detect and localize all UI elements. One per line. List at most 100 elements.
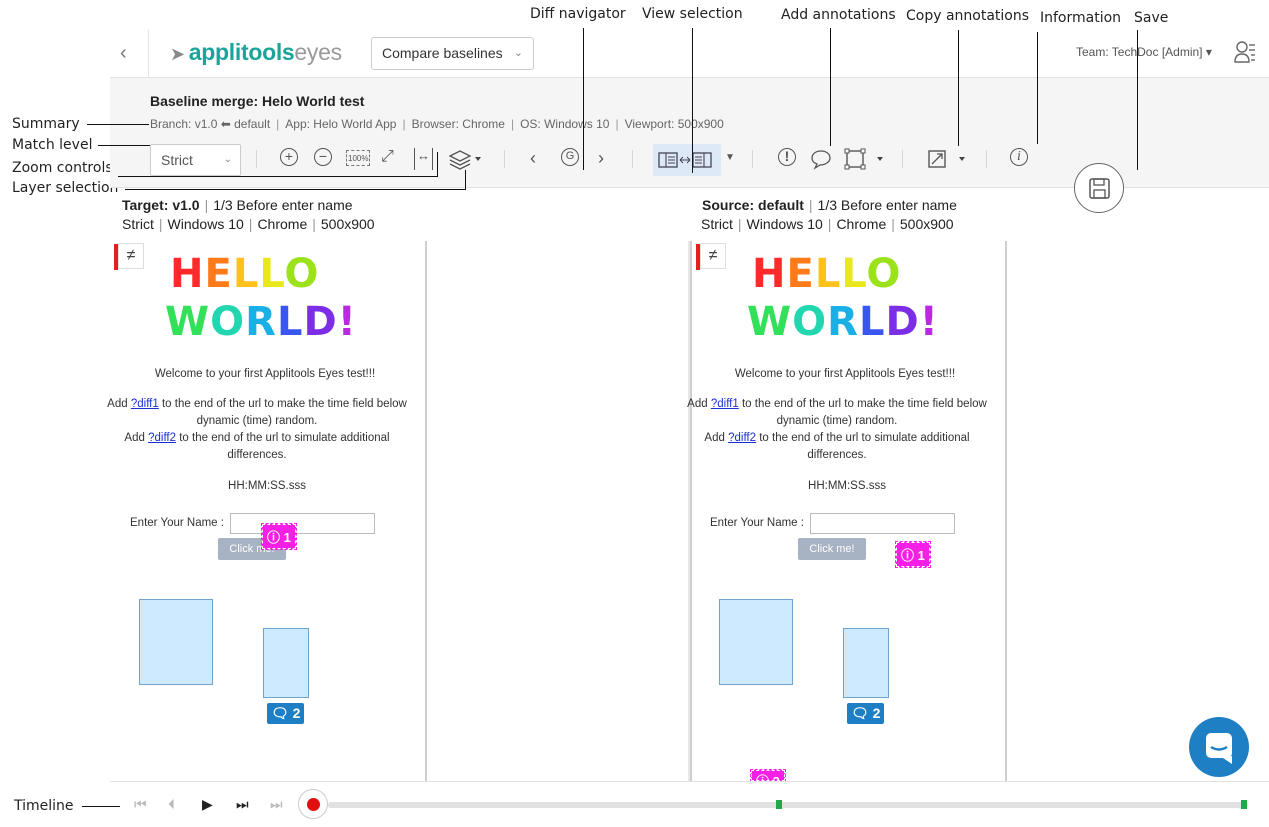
team-selector[interactable]: Team: TechDoc [Admin] ▾ xyxy=(1076,45,1212,59)
divider xyxy=(986,150,987,168)
comment-annotation[interactable]: 🗨 2 xyxy=(267,703,305,724)
callout-save: Save xyxy=(1134,10,1169,26)
annotation-region[interactable] xyxy=(139,599,213,685)
play-icon[interactable]: ▶ xyxy=(202,796,213,813)
add-issue-icon[interactable]: ! xyxy=(778,148,796,166)
side-by-side-icon xyxy=(658,152,712,168)
source-pane-label: Source: default | 1/3 Before enter name xyxy=(702,197,957,213)
callout-layer-selection: Layer selection xyxy=(12,180,119,196)
save-icon xyxy=(1089,178,1110,199)
applitools-logo: ➤ applitoolseyes xyxy=(170,39,342,65)
timeline-step-marker[interactable] xyxy=(776,800,782,809)
callout-line xyxy=(437,152,438,176)
next-diff-icon[interactable]: › xyxy=(598,148,604,170)
last-step-icon[interactable]: ⏭ xyxy=(270,796,283,813)
page-title: Baseline merge: Helo World test xyxy=(150,93,365,109)
name-label: Enter Your Name : xyxy=(130,517,224,529)
add-region-icon[interactable] xyxy=(844,148,888,170)
view-dropdown-icon[interactable]: ▼ xyxy=(725,152,735,174)
source-screenshot[interactable]: ≠ HELLO WORLD! Welcome to your first App… xyxy=(687,241,1007,782)
timeline: ⏮ ⏴ ▶ ⏭ ⏭ xyxy=(110,781,1269,827)
divider xyxy=(632,150,633,168)
issue-annotation[interactable]: ⓘ 3 xyxy=(750,769,786,782)
callout-line xyxy=(82,806,120,807)
timeline-current-step[interactable] xyxy=(298,789,328,819)
name-label: Enter Your Name : xyxy=(710,517,804,529)
divider xyxy=(752,150,753,168)
target-pane-info: Strict | Windows 10 | Chrome | 500x900 xyxy=(122,216,375,232)
instructions-text: Add ?diff1 to the end of the url to make… xyxy=(107,398,407,461)
not-equal-icon[interactable]: ≠ xyxy=(696,243,726,270)
compare-baselines-label: Compare baselines xyxy=(382,45,503,61)
callout-line xyxy=(87,124,149,125)
chevron-down-icon: ⌄ xyxy=(513,47,523,59)
hello-heading: HELLO xyxy=(170,251,320,297)
user-menu-icon[interactable] xyxy=(1234,40,1256,64)
prev-step-icon[interactable]: ⏴ xyxy=(168,796,175,813)
callout-line xyxy=(958,30,959,146)
comment-annotation[interactable]: 🗨 2 xyxy=(847,703,885,724)
chat-help-button[interactable] xyxy=(1189,717,1249,777)
callout-line xyxy=(465,170,466,190)
chevron-down-icon: ⌄ xyxy=(223,154,232,165)
logo-mark-icon: ➤ xyxy=(170,44,185,64)
add-comment-icon[interactable] xyxy=(810,148,832,170)
callout-line xyxy=(98,145,150,146)
zoom-100-icon[interactable]: 100% xyxy=(346,150,371,166)
callout-timeline: Timeline xyxy=(14,798,74,814)
name-input[interactable] xyxy=(230,513,375,534)
annotation-region[interactable] xyxy=(263,628,309,698)
callout-information: Information xyxy=(1040,10,1122,26)
divider xyxy=(256,150,257,168)
time-text: HH:MM:SS.sss xyxy=(228,480,306,492)
world-heading: WORLD! xyxy=(747,299,939,345)
zoom-out-icon[interactable]: − xyxy=(314,148,332,166)
callout-line xyxy=(830,28,831,146)
first-step-icon[interactable]: ⏮ xyxy=(134,796,147,813)
view-selection-button[interactable] xyxy=(653,144,721,176)
app-window: ‹ ➤ applitoolseyes Compare baselines ⌄ Te… xyxy=(107,30,1269,827)
diff-target-icon[interactable]: G xyxy=(561,148,579,166)
issue-annotation[interactable]: ⓘ 1 xyxy=(261,523,297,550)
divider xyxy=(902,150,903,168)
summary-meta: Branch: v1.0 ⬅ default | App: Helo World A… xyxy=(150,117,724,131)
fit-width-icon[interactable]: ↔ xyxy=(414,148,433,170)
zoom-in-icon[interactable]: + xyxy=(280,148,298,166)
timeline-step-marker[interactable] xyxy=(1241,800,1247,809)
callout-copy-annotations: Copy annotations xyxy=(906,8,1030,24)
callout-zoom-controls: Zoom controls xyxy=(12,160,113,176)
callout-line xyxy=(118,176,438,177)
arrow-left-icon: ⬅ xyxy=(220,117,231,131)
callout-line xyxy=(1137,30,1138,170)
welcome-text: Welcome to your first Applitools Eyes te… xyxy=(734,368,956,380)
divider xyxy=(148,30,149,77)
click-me-button[interactable]: Click me! xyxy=(798,538,866,560)
instructions-text: Add ?diff1 to the end of the url to make… xyxy=(687,398,987,461)
save-button[interactable] xyxy=(1074,163,1124,213)
prev-diff-icon[interactable]: ‹ xyxy=(530,148,536,170)
top-bar: ‹ ➤ applitoolseyes Compare baselines ⌄ Te… xyxy=(110,30,1269,78)
match-level-dropdown[interactable]: Strict ⌄ xyxy=(150,144,241,176)
name-input[interactable] xyxy=(810,513,955,534)
compare-baselines-dropdown[interactable]: Compare baselines ⌄ xyxy=(371,37,534,70)
not-equal-icon[interactable]: ≠ xyxy=(114,243,144,270)
back-icon[interactable]: ‹ xyxy=(120,42,142,64)
callout-line xyxy=(1037,32,1038,144)
timeline-track[interactable] xyxy=(328,802,1248,808)
copy-annotations-icon[interactable] xyxy=(926,148,970,170)
annotation-region[interactable] xyxy=(843,628,889,698)
callout-line xyxy=(583,28,584,170)
annotation-region[interactable] xyxy=(719,599,793,685)
target-screenshot[interactable]: ≠ HELLO WORLD! Welcome to your first App… xyxy=(107,241,427,781)
callout-match-level: Match level xyxy=(12,137,93,153)
issue-annotation[interactable]: ⓘ 1 xyxy=(895,541,931,568)
layers-icon[interactable] xyxy=(448,148,484,170)
callout-line xyxy=(125,189,465,190)
fit-to-screen-icon[interactable]: ⤢ xyxy=(381,148,394,170)
next-step-icon[interactable]: ⏭ xyxy=(236,796,249,813)
world-heading: WORLD! xyxy=(165,299,357,345)
information-icon[interactable]: i xyxy=(1010,148,1028,166)
callout-view-selection: View selection xyxy=(642,6,743,22)
callout-summary: Summary xyxy=(12,116,80,132)
callout-line xyxy=(692,28,693,173)
